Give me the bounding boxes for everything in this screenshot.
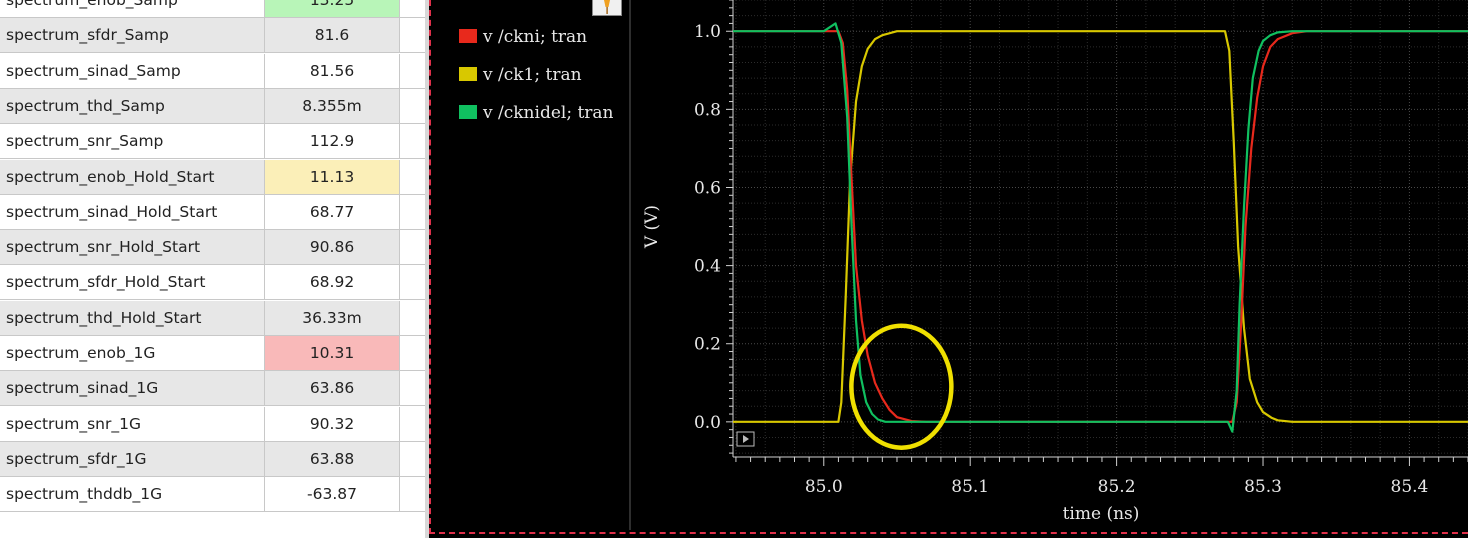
y-tick-label: 0.6: [694, 178, 721, 198]
output-name-cell: spectrum_enob_Samp: [0, 0, 265, 17]
table-row[interactable]: spectrum_sinad_1G 63.86: [0, 371, 425, 407]
table-row[interactable]: spectrum_sinad_Samp 81.56: [0, 53, 425, 89]
output-value-cell: 90.32: [265, 406, 400, 441]
output-value-cell: 8.355m: [265, 88, 400, 123]
empty-cell: [400, 371, 425, 406]
output-value-cell: 112.9: [265, 124, 400, 159]
table-row[interactable]: spectrum_sfdr_Hold_Start 68.92: [0, 265, 425, 301]
output-name-cell: spectrum_snr_Hold_Start: [0, 230, 265, 265]
legend-label: v /ckni; tran: [483, 27, 588, 47]
output-name-cell: spectrum_sfdr_1G: [0, 441, 265, 476]
legend-swatch: [459, 105, 477, 119]
output-value-cell: -63.87: [265, 477, 400, 512]
legend-swatch: [459, 67, 477, 81]
y-axis-label: V (V): [642, 205, 662, 249]
pin-icon[interactable]: [592, 0, 622, 16]
output-name-cell: spectrum_thddb_1G: [0, 477, 265, 512]
table-row[interactable]: spectrum_enob_1G 10.31: [0, 336, 425, 371]
empty-cell: [400, 230, 425, 265]
output-name-cell: spectrum_thd_Samp: [0, 88, 265, 123]
empty-cell: [400, 0, 425, 17]
legend-item[interactable]: v /cknidel; tran: [459, 103, 629, 127]
waveform-window: v /ckni; tran v /ck1; tran v /cknidel; tra…: [429, 0, 1468, 538]
output-name-cell: spectrum_snr_1G: [0, 406, 265, 441]
table-row[interactable]: spectrum_enob_Hold_Start 11.13: [0, 159, 425, 195]
table-row[interactable]: spectrum_sfdr_1G 63.88: [0, 441, 425, 477]
legend-label: v /cknidel; tran: [483, 103, 614, 123]
output-value-cell: 81.6: [265, 18, 400, 53]
y-tick-label: 0.4: [694, 257, 721, 277]
output-value-cell: 63.88: [265, 441, 400, 476]
empty-cell: [400, 406, 425, 441]
x-tick-label: 85.3: [1244, 477, 1282, 497]
legend-item[interactable]: v /ckni; tran: [459, 27, 629, 51]
table-row[interactable]: spectrum_thd_Samp 8.355m: [0, 88, 425, 124]
output-name-cell: spectrum_sfdr_Hold_Start: [0, 265, 265, 300]
output-value-cell: 11.13: [265, 159, 400, 194]
table-row[interactable]: spectrum_sfdr_Samp 81.6: [0, 18, 425, 54]
output-value-cell: 63.86: [265, 371, 400, 406]
legend-item[interactable]: v /ck1; tran: [459, 65, 629, 89]
table-row[interactable]: spectrum_snr_Samp 112.9: [0, 124, 425, 160]
empty-cell: [400, 53, 425, 88]
empty-cell: [400, 300, 425, 335]
y-tick-label: 0.2: [694, 335, 721, 355]
y-tick-label: 0.0: [694, 413, 721, 433]
output-name-cell: spectrum_sinad_Samp: [0, 53, 265, 88]
legend-pane: v /ckni; tran v /ck1; tran v /cknidel; tra…: [429, 0, 631, 530]
output-name-cell: spectrum_snr_Samp: [0, 124, 265, 159]
x-tick-label: 85.0: [805, 477, 843, 497]
empty-cell: [400, 18, 425, 53]
x-tick-label: 85.1: [951, 477, 989, 497]
empty-cell: [400, 441, 425, 476]
output-name-cell: spectrum_thd_Hold_Start: [0, 300, 265, 335]
output-value-cell: 10.31: [265, 336, 400, 370]
legend-label: v /ck1; tran: [483, 65, 582, 85]
y-tick-label: 0.8: [694, 100, 721, 120]
output-value-cell: 81.56: [265, 53, 400, 88]
results-table: spectrum_enob_Samp 13.25 spectrum_sfdr_Sam…: [0, 0, 425, 538]
legend-swatch: [459, 29, 477, 43]
empty-cell: [400, 194, 425, 229]
y-tick-label: 1.0: [694, 22, 721, 42]
empty-cell: [400, 336, 425, 370]
output-name-cell: spectrum_enob_1G: [0, 336, 265, 370]
x-tick-label: 85.2: [1098, 477, 1136, 497]
table-row[interactable]: spectrum_sinad_Hold_Start 68.77: [0, 194, 425, 230]
table-row[interactable]: spectrum_snr_1G 90.32: [0, 406, 425, 442]
output-value-cell: 90.86: [265, 230, 400, 265]
waveform-plot[interactable]: 0.0 0.2 0.4 0.6 0.8 1.0 85.0 85.1 85.2 85.3 85.4 ti…: [629, 0, 1468, 530]
x-axis-label: time (ns): [1063, 504, 1140, 524]
table-row[interactable]: spectrum_thddb_1G -63.87: [0, 477, 425, 513]
output-name-cell: spectrum_sinad_1G: [0, 371, 265, 406]
empty-cell: [400, 265, 425, 300]
table-row[interactable]: spectrum_snr_Hold_Start 90.86: [0, 230, 425, 266]
output-value-cell: 68.92: [265, 265, 400, 300]
empty-cell: [400, 159, 425, 194]
output-name-cell: spectrum_enob_Hold_Start: [0, 159, 265, 194]
table-row[interactable]: spectrum_enob_Samp 13.25: [0, 0, 425, 18]
output-value-cell: 36.33m: [265, 300, 400, 335]
series-line: [733, 30, 1468, 423]
x-tick-label: 85.4: [1391, 477, 1429, 497]
output-value-cell: 13.25: [265, 0, 400, 17]
output-value-cell: 68.77: [265, 194, 400, 229]
table-row[interactable]: spectrum_thd_Hold_Start 36.33m: [0, 300, 425, 336]
output-name-cell: spectrum_sfdr_Samp: [0, 18, 265, 53]
output-name-cell: spectrum_sinad_Hold_Start: [0, 194, 265, 229]
empty-cell: [400, 124, 425, 159]
empty-cell: [400, 88, 425, 123]
empty-cell: [400, 477, 425, 512]
